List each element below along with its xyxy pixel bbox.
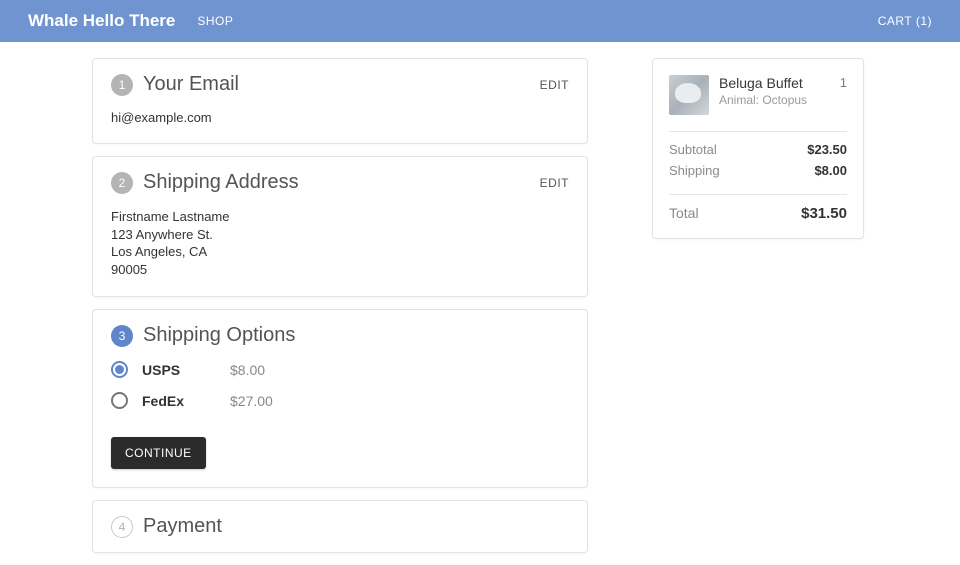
address-zip: 90005 <box>111 261 569 279</box>
subtotal-label: Subtotal <box>669 142 717 157</box>
step-number-badge: 2 <box>111 172 133 194</box>
step-number-badge: 1 <box>111 74 133 96</box>
edit-email-button[interactable]: EDIT <box>540 78 569 92</box>
cart-item-row: Beluga Buffet Animal: Octopus 1 <box>669 75 847 115</box>
step-title: Shipping Options <box>143 324 569 347</box>
step-title: Payment <box>143 515 569 538</box>
subtotal-row: Subtotal $23.50 <box>669 142 847 157</box>
email-value: hi@example.com <box>111 110 569 125</box>
step-number-badge: 4 <box>111 516 133 538</box>
total-label: Total <box>669 205 699 222</box>
divider <box>669 194 847 195</box>
divider <box>669 131 847 132</box>
shipping-option-fedex[interactable]: FedEx $27.00 <box>111 392 569 409</box>
shipping-row: Shipping $8.00 <box>669 163 847 178</box>
option-name: USPS <box>142 362 230 378</box>
shipping-label: Shipping <box>669 163 720 178</box>
step-title: Your Email <box>143 73 540 96</box>
step-number-badge: 3 <box>111 325 133 347</box>
edit-address-button[interactable]: EDIT <box>540 176 569 190</box>
nav-cart[interactable]: CART (1) <box>878 14 932 28</box>
nav-shop[interactable]: SHOP <box>197 14 233 28</box>
address-city: Los Angeles, CA <box>111 243 569 261</box>
step-email-card: 1 Your Email EDIT hi@example.com <box>92 58 588 144</box>
product-thumbnail <box>669 75 709 115</box>
product-quantity: 1 <box>840 75 847 115</box>
brand-logo[interactable]: Whale Hello There <box>28 11 175 31</box>
total-row: Total $31.50 <box>669 205 847 222</box>
radio-unselected-icon <box>111 392 128 409</box>
order-summary: Beluga Buffet Animal: Octopus 1 Subtotal… <box>652 58 864 565</box>
checkout-container: 1 Your Email EDIT hi@example.com 2 Shipp… <box>0 42 960 565</box>
option-price: $8.00 <box>230 362 265 378</box>
step-title: Shipping Address <box>143 171 540 194</box>
checkout-steps: 1 Your Email EDIT hi@example.com 2 Shipp… <box>92 58 588 565</box>
option-name: FedEx <box>142 393 230 409</box>
total-value: $31.50 <box>801 205 847 222</box>
step-address-header: 2 Shipping Address EDIT <box>111 171 569 194</box>
address-street: 123 Anywhere St. <box>111 226 569 244</box>
step-payment-card: 4 Payment <box>92 500 588 553</box>
radio-selected-icon <box>111 361 128 378</box>
product-subtitle: Animal: Octopus <box>719 93 830 107</box>
summary-card: Beluga Buffet Animal: Octopus 1 Subtotal… <box>652 58 864 239</box>
step-email-header: 1 Your Email EDIT <box>111 73 569 96</box>
step-payment-header: 4 Payment <box>111 515 569 538</box>
step-shipping-card: 3 Shipping Options USPS $8.00 FedEx $27.… <box>92 309 588 488</box>
product-name: Beluga Buffet <box>719 75 830 91</box>
address-block: Firstname Lastname 123 Anywhere St. Los … <box>111 208 569 278</box>
subtotal-value: $23.50 <box>807 142 847 157</box>
option-price: $27.00 <box>230 393 273 409</box>
step-shipping-header: 3 Shipping Options <box>111 324 569 347</box>
shipping-value: $8.00 <box>814 163 847 178</box>
step-address-card: 2 Shipping Address EDIT Firstname Lastna… <box>92 156 588 297</box>
shipping-option-usps[interactable]: USPS $8.00 <box>111 361 569 378</box>
site-header: Whale Hello There SHOP CART (1) <box>0 0 960 42</box>
address-name: Firstname Lastname <box>111 208 569 226</box>
continue-button[interactable]: CONTINUE <box>111 437 206 469</box>
